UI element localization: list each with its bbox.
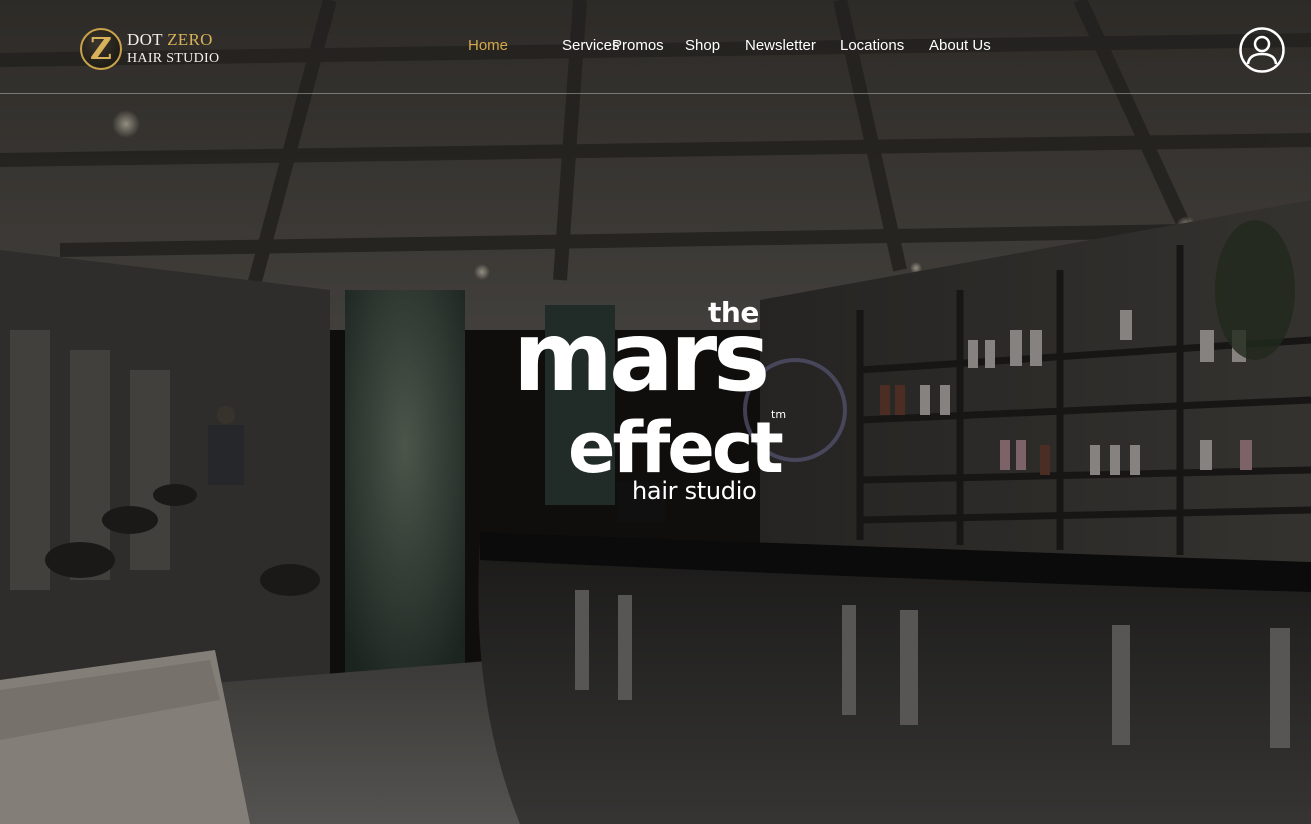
- nav-newsletter[interactable]: Newsletter: [745, 37, 816, 54]
- nav-services[interactable]: Services: [562, 37, 620, 54]
- nav-about-us[interactable]: About Us: [929, 37, 991, 54]
- logo-word-zero: ZERO: [167, 30, 213, 49]
- logo-text: DOT ZERO HAIR STUDIO: [127, 30, 219, 68]
- brand-mars: mars: [513, 301, 770, 413]
- nav-promos[interactable]: Promos: [612, 37, 664, 54]
- site-logo[interactable]: Z DOT ZERO HAIR STUDIO: [80, 26, 230, 72]
- logo-mark: Z: [80, 28, 122, 70]
- nav-shop[interactable]: Shop: [685, 37, 720, 54]
- mars-effect-logo: the mars tm effect hair studio: [505, 296, 805, 511]
- site-header: Z DOT ZERO HAIR STUDIO Home Services Pro…: [0, 0, 1311, 94]
- nav-locations[interactable]: Locations: [840, 37, 904, 54]
- nav-home[interactable]: Home: [468, 37, 508, 54]
- logo-line-2: HAIR STUDIO: [127, 51, 220, 66]
- brand-effect: effect: [568, 407, 784, 489]
- brand-subtitle: hair studio: [632, 477, 757, 505]
- page: Z DOT ZERO HAIR STUDIO Home Services Pro…: [0, 0, 1311, 824]
- logo-line-1: DOT ZERO: [127, 30, 219, 49]
- logo-word-dot: DOT: [127, 30, 163, 49]
- user-account-icon[interactable]: [1239, 27, 1285, 73]
